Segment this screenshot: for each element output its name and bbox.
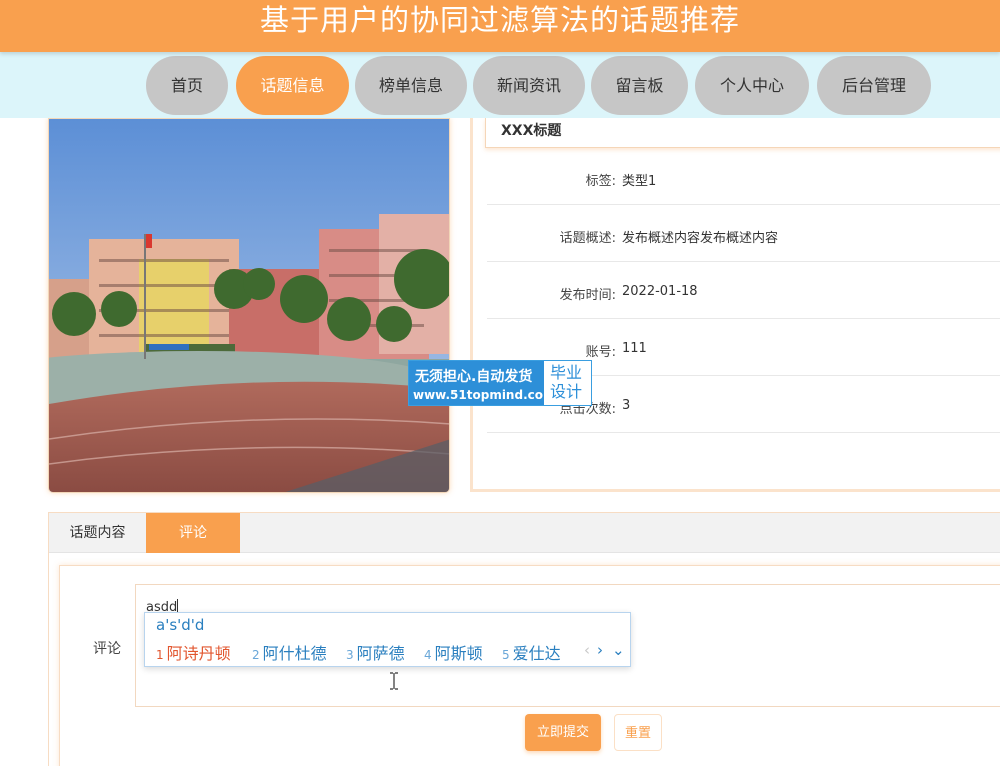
ime-candidate[interactable]: 4 阿斯顿 [424,640,483,664]
ime-candidate[interactable]: 3 阿萨德 [346,640,405,664]
ime-candidate-number: 1 [156,648,164,662]
tab-topic-content[interactable]: 话题内容 [49,513,146,553]
ime-next-page-icon[interactable]: › [597,641,603,659]
detail-label: 发布时间: [559,288,616,303]
ime-candidate[interactable]: 2 阿什杜德 [252,640,327,664]
watermark-side-line2: 设计 [550,382,583,401]
watermark-side: 毕业 设计 [550,363,582,401]
ime-candidate-number: 2 [252,648,260,662]
ime-candidate-text: 阿什杜德 [262,644,327,663]
submit-button[interactable]: 立即提交 [525,714,601,751]
watermark-side-line1: 毕业 [550,363,583,382]
detail-value: 111 [622,341,647,356]
detail-value: 类型1 [622,174,657,189]
detail-label: 话题概述: [559,231,616,246]
watermark-main: 无须担心.自动发货 www.51topmind.com [409,361,556,405]
site-header: 基于用户的协同过滤算法的话题推荐 [0,0,1000,52]
detail-label: 标签: [585,174,616,189]
topic-image [48,118,450,493]
watermark-url: www.51topmind.com [413,388,556,402]
ime-candidate-number: 5 [502,648,510,662]
ime-candidate-number: 3 [346,648,354,662]
watermark-slogan: 无须担心.自动发货 [415,369,533,385]
site-title: 基于用户的协同过滤算法的话题推荐 [259,3,740,37]
ime-candidate-text: 阿萨德 [356,644,405,663]
ime-candidate[interactable]: 5 爱仕达 [502,640,561,664]
reset-button[interactable]: 重置 [614,714,662,751]
nav-item-rankings[interactable]: 榜单信息 [355,56,467,115]
detail-value: 发布概述内容发布概述内容 [622,231,779,246]
detail-value: 3 [622,398,631,413]
text-cursor-icon [390,672,398,690]
school-photo [49,119,449,492]
topic-title-bar: XXX标题 [485,118,1000,148]
comment-label: 评论 [93,641,121,657]
detail-value: 2022-01-18 [622,284,698,299]
topic-detail-panel: XXX标题 标签: 类型1 话题概述: 发布概述内容发布概述内容 发布时间: 2… [470,118,1000,492]
ime-composition: a's'd'd [156,616,205,634]
nav-item-profile[interactable]: 个人中心 [695,56,809,115]
detail-row-publish-time: 发布时间: 2022-01-18 [487,262,1000,319]
tab-bar: 话题内容 评论 [49,513,1000,553]
ime-expand-icon[interactable]: ⌄ [612,641,625,659]
ime-candidate-window: a's'd'd 1 阿诗丹顿 2 阿什杜德 3 阿萨德 4 阿斯顿 5 爱仕达 ‹ › ⌄ [144,612,631,667]
nav-item-topics[interactable]: 话题信息 [236,56,349,115]
nav-item-news[interactable]: 新闻资讯 [473,56,585,115]
nav-item-admin[interactable]: 后台管理 [817,56,931,115]
main-nav: 首页 话题信息 榜单信息 新闻资讯 留言板 个人中心 后台管理 [0,52,1000,118]
nav-item-message-board[interactable]: 留言板 [591,56,688,115]
ime-candidate[interactable]: 1 阿诗丹顿 [156,640,231,664]
ime-candidate-text: 阿诗丹顿 [166,644,231,663]
ime-prev-page-icon[interactable]: ‹ [584,641,590,659]
detail-row-tag: 标签: 类型1 [487,148,1000,205]
watermark-badge: 无须担心.自动发货 www.51topmind.com 毕业 设计 [408,360,592,406]
tab-comments[interactable]: 评论 [146,513,240,553]
ime-candidate-number: 4 [424,648,432,662]
ime-candidate-text: 阿斯顿 [434,644,483,663]
text-caret [177,599,179,613]
detail-row-summary: 话题概述: 发布概述内容发布概述内容 [487,205,1000,262]
topic-title: XXX标题 [501,123,562,139]
nav-item-home[interactable]: 首页 [146,56,228,115]
detail-label: 账号: [585,345,616,360]
ime-candidate-text: 爱仕达 [512,644,561,663]
